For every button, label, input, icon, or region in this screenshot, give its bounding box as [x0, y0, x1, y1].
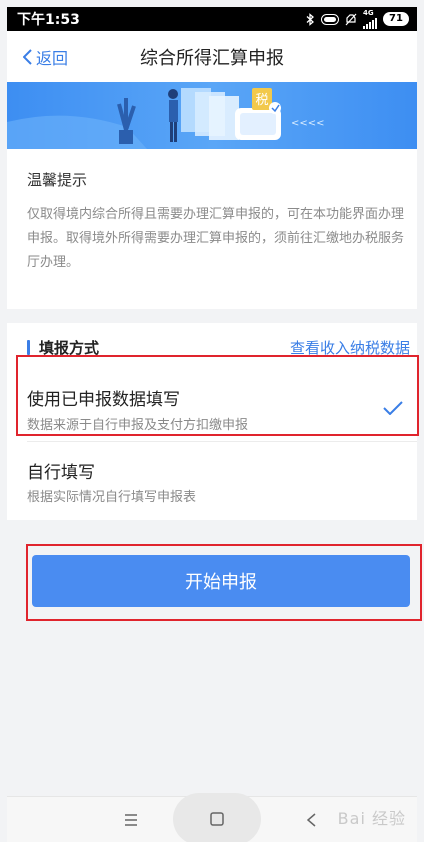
option-subtitle: 数据来源于自行申报及支付方扣缴申报 [27, 418, 249, 433]
option-title: 自行填写 [27, 463, 95, 483]
page-title: 综合所得汇算申报 [140, 48, 284, 69]
status-icons: 4G 71 [306, 8, 409, 29]
option-subtitle: 根据实际情况自行填写申报表 [27, 490, 197, 505]
battery-icon: 71 [383, 12, 409, 26]
signal-icon [363, 17, 377, 29]
banner-illustration: 税 <<<< [7, 88, 325, 149]
network-indicator: 4G [363, 8, 377, 29]
bluetooth-icon [306, 12, 314, 26]
filing-method-card: 填报方式 查看收入纳税数据 使用已申报数据填写 数据来源于自行申报及支付方扣缴申… [7, 323, 417, 520]
menu-key[interactable] [111, 797, 151, 842]
chevron-left-icon [23, 49, 32, 65]
tips-card: 温馨提示 仅取得境内综合所得且需要办理汇算申报的，可在本功能界面办理申报。取得境… [7, 149, 417, 309]
option-title: 使用已申报数据填写 [27, 390, 180, 410]
back-button[interactable]: 返回 [23, 45, 68, 69]
document-stack-icon [181, 88, 239, 140]
arrows-decoration: <<<< [291, 118, 325, 129]
nav-bar: 返回 综合所得汇算申报 [7, 31, 417, 82]
filing-method-title: 填报方式 [39, 339, 100, 357]
back-triangle-icon [306, 813, 315, 827]
person-icon [168, 89, 178, 142]
home-square-icon [210, 812, 224, 826]
check-icon [383, 401, 403, 415]
filing-method-header: 填报方式 查看收入纳税数据 [7, 323, 417, 369]
network-label: 4G [363, 8, 374, 17]
status-time: 下午1:53 [17, 12, 80, 28]
system-back-key[interactable] [293, 797, 329, 842]
section-marker [27, 340, 30, 355]
back-label: 返回 [36, 49, 69, 68]
toggle-icon [321, 13, 339, 25]
menu-icon [125, 814, 137, 826]
start-declaration-button[interactable]: 开始申报 [32, 555, 410, 607]
status-bar: 下午1:53 4G 71 [7, 7, 417, 31]
tips-text: 仅取得境内综合所得且需要办理汇算申报的，可在本功能界面办理申报。取得境外所得需要… [27, 207, 405, 270]
banner-image: 税 <<<< [7, 82, 417, 149]
watermark: Bai 经验 [337, 809, 406, 828]
plant-icon [117, 98, 136, 144]
home-key[interactable] [173, 793, 261, 842]
tax-badge-label: 税 [255, 93, 268, 108]
option-use-declared-data[interactable]: 使用已申报数据填写 数据来源于自行申报及支付方扣缴申报 [7, 369, 417, 441]
option-self-fill[interactable]: 自行填写 根据实际情况自行填写申报表 [7, 442, 417, 508]
tips-title: 温馨提示 [27, 171, 88, 189]
view-income-tax-data-link[interactable]: 查看收入纳税数据 [290, 337, 410, 358]
mute-icon [345, 13, 357, 25]
